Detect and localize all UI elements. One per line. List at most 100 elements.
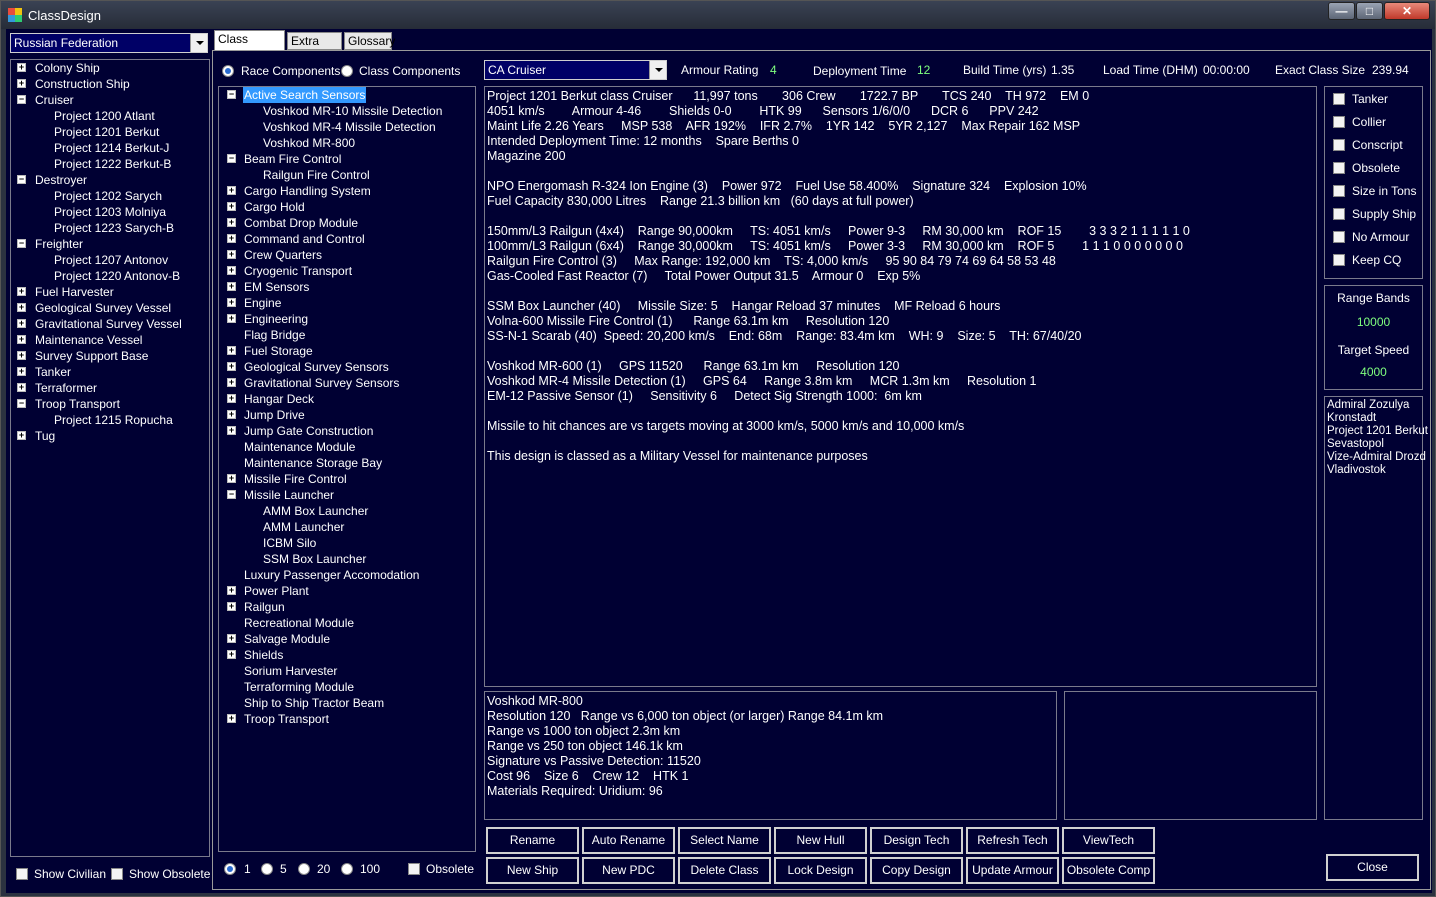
tree-item-colony-ship[interactable]: + Colony Ship: [11, 60, 207, 76]
maximize-button[interactable]: □: [1356, 2, 1383, 20]
refresh-tech-button[interactable]: Refresh Tech: [966, 827, 1059, 854]
expand-toggle-icon[interactable]: +: [227, 266, 236, 275]
component-item-jump-gate-construction[interactable]: + Jump Gate Construction: [219, 423, 473, 439]
fleet-list[interactable]: Admiral Zozulya Kronstadt Project 1201 Ber…: [1324, 396, 1428, 820]
expand-toggle-icon[interactable]: +: [227, 298, 236, 307]
expand-toggle-icon[interactable]: +: [227, 602, 236, 611]
tree-item-fuel-harvester[interactable]: + Fuel Harvester: [11, 284, 207, 300]
obsolete-checkbox[interactable]: [1333, 162, 1345, 174]
tree-item-project-1215-ropucha[interactable]: Project 1215 Ropucha: [11, 412, 207, 428]
component-item-recreational-module[interactable]: Recreational Module: [219, 615, 473, 631]
component-item-missile-launcher[interactable]: − Missile Launcher: [219, 487, 473, 503]
component-item-salvage-module[interactable]: + Salvage Module: [219, 631, 473, 647]
close-button[interactable]: Close: [1326, 854, 1419, 881]
close-window-button[interactable]: ✕: [1384, 2, 1430, 20]
tree-item-maintenance-vessel[interactable]: + Maintenance Vessel: [11, 332, 207, 348]
viewtech-button[interactable]: ViewTech: [1062, 827, 1155, 854]
component-item-voshkod-mr-800[interactable]: Voshkod MR-800: [219, 135, 473, 151]
race-components-radio[interactable]: [222, 65, 234, 77]
expand-toggle-icon[interactable]: +: [227, 282, 236, 291]
rename-button[interactable]: Rename: [486, 827, 579, 854]
component-item-engine[interactable]: + Engine: [219, 295, 473, 311]
target-speed-value[interactable]: 4000: [1325, 365, 1422, 379]
component-item-sorium-harvester[interactable]: Sorium Harvester: [219, 663, 473, 679]
component-item-cryogenic-transport[interactable]: + Cryogenic Transport: [219, 263, 473, 279]
component-item-jump-drive[interactable]: + Jump Drive: [219, 407, 473, 423]
component-item-hangar-deck[interactable]: + Hangar Deck: [219, 391, 473, 407]
fleet-list-item[interactable]: Sevastopol: [1327, 438, 1384, 451]
fleet-list-item[interactable]: Project 1201 Berkut: [1327, 425, 1428, 438]
component-item-gravitational-survey-sensors[interactable]: + Gravitational Survey Sensors: [219, 375, 473, 391]
expand-toggle-icon[interactable]: +: [227, 410, 236, 419]
conscript-checkbox[interactable]: [1333, 139, 1345, 151]
armour-rating-value[interactable]: 4: [770, 63, 777, 77]
design-tech-button[interactable]: Design Tech: [870, 827, 963, 854]
supply-ship-checkbox[interactable]: [1333, 208, 1345, 220]
expand-toggle-icon[interactable]: +: [227, 218, 236, 227]
component-item-shields[interactable]: + Shields: [219, 647, 473, 663]
component-item-amm-box-launcher[interactable]: AMM Box Launcher: [219, 503, 473, 519]
new-hull-button[interactable]: New Hull: [774, 827, 867, 854]
obsolete-comp-button[interactable]: Obsolete Comp: [1062, 857, 1155, 884]
expand-toggle-icon[interactable]: +: [17, 431, 26, 440]
tree-item-freighter[interactable]: − Freighter: [11, 236, 207, 252]
expand-toggle-icon[interactable]: +: [227, 714, 236, 723]
show-civilian-checkbox[interactable]: [16, 868, 28, 880]
tree-item-geological-survey-vessel[interactable]: + Geological Survey Vessel: [11, 300, 207, 316]
tree-item-destroyer[interactable]: − Destroyer: [11, 172, 207, 188]
new-pdc-button[interactable]: New PDC: [582, 857, 675, 884]
expand-toggle-icon[interactable]: +: [227, 202, 236, 211]
component-item-geological-survey-sensors[interactable]: + Geological Survey Sensors: [219, 359, 473, 375]
collier-checkbox[interactable]: [1333, 116, 1345, 128]
quantity-5-radio[interactable]: [261, 863, 273, 875]
expand-toggle-icon[interactable]: +: [227, 650, 236, 659]
title-bar[interactable]: ClassDesign — □ ✕: [1, 1, 1435, 29]
keep-cq-checkbox[interactable]: [1333, 254, 1345, 266]
tree-item-terraformer[interactable]: + Terraformer: [11, 380, 207, 396]
tab-extra-info[interactable]: Extra Info: [287, 32, 342, 65]
tree-item-project-1222-berkut-b[interactable]: Project 1222 Berkut-B: [11, 156, 207, 172]
component-item-voshkod-mr-10-missile-detection[interactable]: Voshkod MR-10 Missile Detection: [219, 103, 473, 119]
fleet-list-item[interactable]: Vize-Admiral Drozd: [1327, 451, 1426, 464]
expand-toggle-icon[interactable]: +: [227, 234, 236, 243]
component-item-railgun[interactable]: + Railgun: [219, 599, 473, 615]
tree-item-project-1214-berkut-j[interactable]: Project 1214 Berkut-J: [11, 140, 207, 156]
expand-toggle-icon[interactable]: +: [17, 79, 26, 88]
tree-item-survey-support-base[interactable]: + Survey Support Base: [11, 348, 207, 364]
component-item-ship-to-ship-tractor-beam[interactable]: Ship to Ship Tractor Beam: [219, 695, 473, 711]
expand-toggle-icon[interactable]: +: [17, 63, 26, 72]
lock-design-button[interactable]: Lock Design: [774, 857, 867, 884]
component-item-troop-transport[interactable]: + Troop Transport: [219, 711, 473, 727]
expand-toggle-icon[interactable]: +: [17, 287, 26, 296]
expand-toggle-icon[interactable]: +: [17, 319, 26, 328]
component-item-terraforming-module[interactable]: Terraforming Module: [219, 679, 473, 695]
expand-toggle-icon[interactable]: +: [17, 335, 26, 344]
expand-toggle-icon[interactable]: −: [17, 399, 26, 408]
component-item-maintenance-storage-bay[interactable]: Maintenance Storage Bay: [219, 455, 473, 471]
expand-toggle-icon[interactable]: +: [227, 474, 236, 483]
expand-toggle-icon[interactable]: −: [227, 154, 236, 163]
component-item-command-and-control[interactable]: + Command and Control: [219, 231, 473, 247]
component-item-combat-drop-module[interactable]: + Combat Drop Module: [219, 215, 473, 231]
auto-rename-button[interactable]: Auto Rename: [582, 827, 675, 854]
deployment-time-value[interactable]: 12: [917, 63, 930, 77]
delete-class-button[interactable]: Delete Class: [678, 857, 771, 884]
fleet-list-item[interactable]: Kronstadt: [1327, 412, 1376, 425]
component-item-beam-fire-control[interactable]: − Beam Fire Control: [219, 151, 473, 167]
fleet-list-item[interactable]: Vladivostok: [1327, 464, 1386, 477]
quantity-100-radio[interactable]: [341, 863, 353, 875]
component-item-em-sensors[interactable]: + EM Sensors: [219, 279, 473, 295]
expand-toggle-icon[interactable]: +: [227, 586, 236, 595]
expand-toggle-icon[interactable]: +: [227, 346, 236, 355]
component-detail-text[interactable]: Voshkod MR-800 Resolution 120 Range vs 6,…: [484, 691, 1057, 820]
component-item-cargo-handling-system[interactable]: + Cargo Handling System: [219, 183, 473, 199]
tree-item-construction-ship[interactable]: + Construction Ship: [11, 76, 207, 92]
class-tree[interactable]: + Colony Ship + Construction Ship − Cruiser Pr…: [10, 59, 210, 857]
tree-item-project-1223-sarych-b[interactable]: Project 1223 Sarych-B: [11, 220, 207, 236]
expand-toggle-icon[interactable]: +: [227, 362, 236, 371]
expand-toggle-icon[interactable]: −: [17, 175, 26, 184]
tree-item-project-1207-antonov[interactable]: Project 1207 Antonov: [11, 252, 207, 268]
component-item-ssm-box-launcher[interactable]: SSM Box Launcher: [219, 551, 473, 567]
expand-toggle-icon[interactable]: +: [17, 351, 26, 360]
expand-toggle-icon[interactable]: +: [227, 426, 236, 435]
